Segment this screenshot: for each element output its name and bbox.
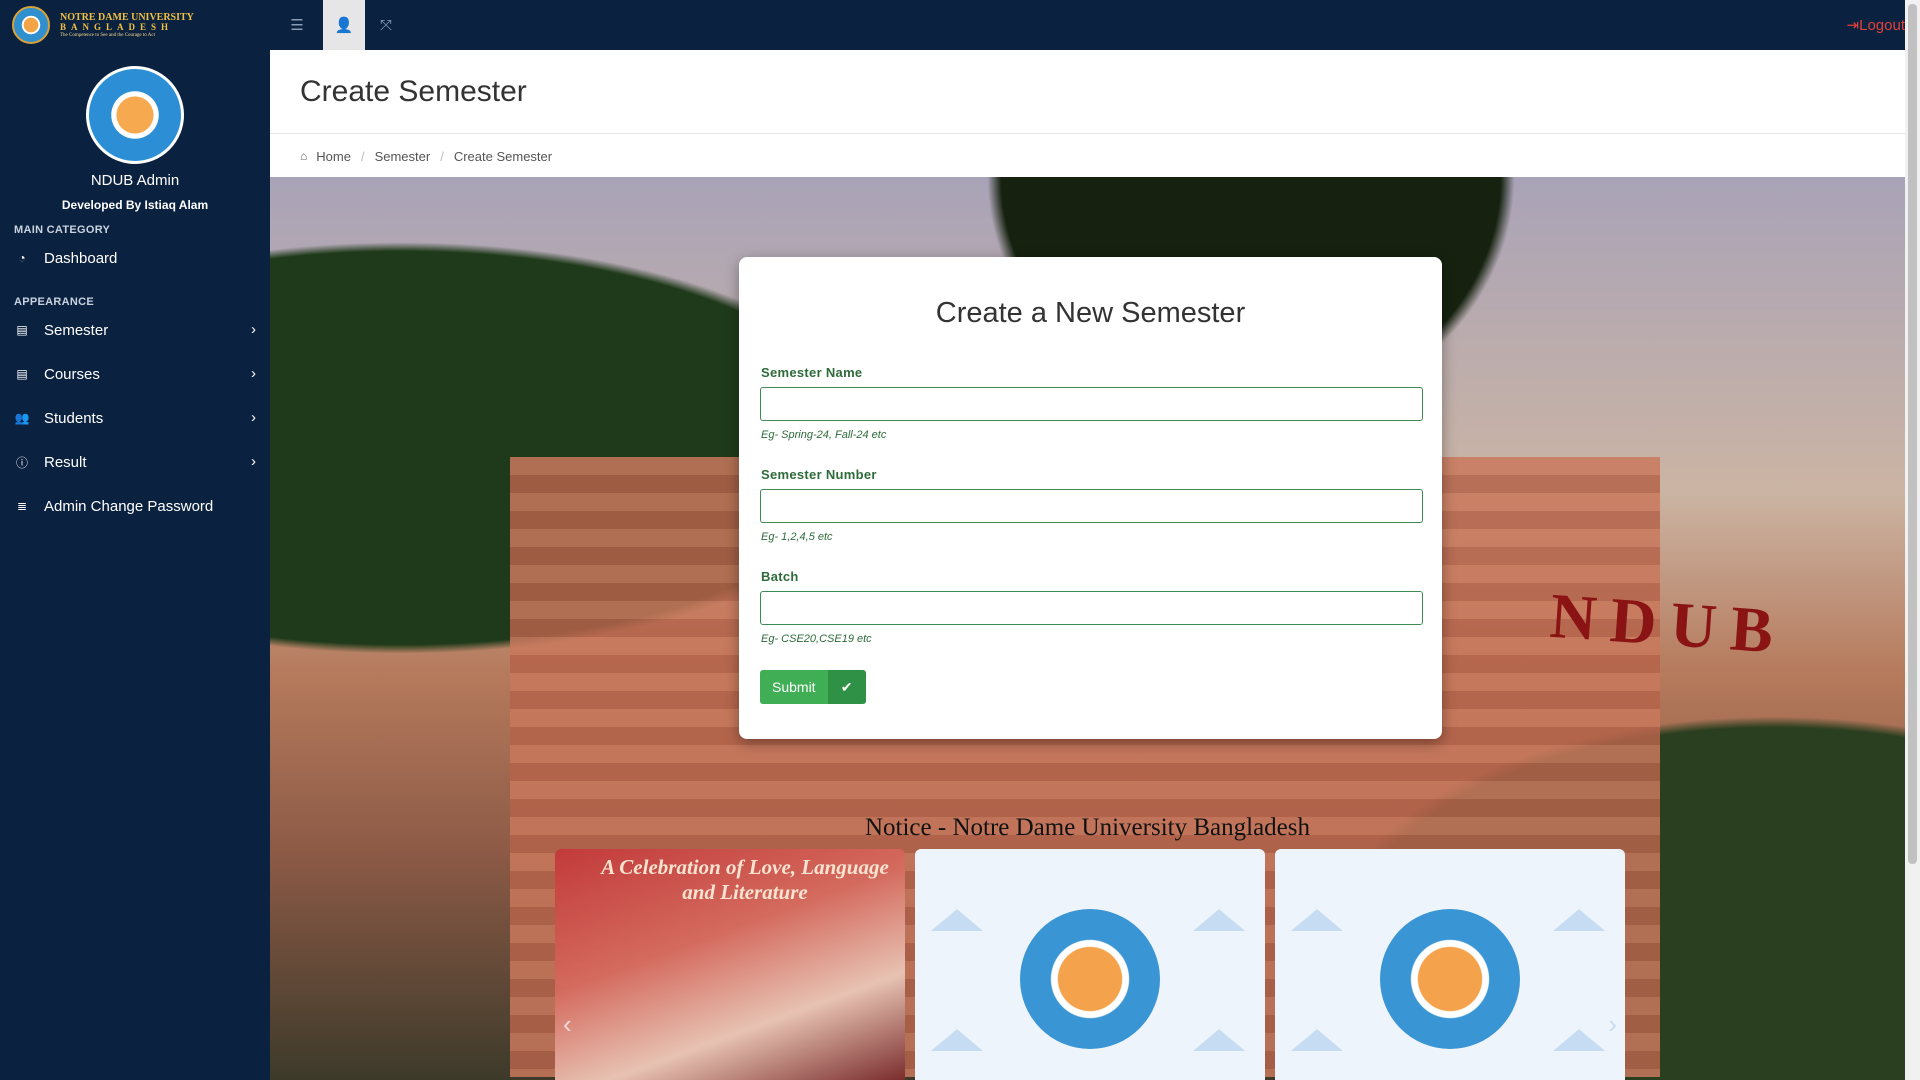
user-icon: 👤 <box>334 17 354 34</box>
breadcrumb-semester[interactable]: Semester <box>375 149 431 164</box>
brand-logo[interactable]: NOTRE DAME UNIVERSITY BANGLADESH The Com… <box>0 0 270 50</box>
notice-card-logo[interactable]: › <box>1275 849 1625 1080</box>
logout-link[interactable]: ⇥Logout <box>1847 16 1905 34</box>
sidebar-item-label: Result <box>44 453 87 471</box>
admin-name: NDUB Admin <box>90 172 180 189</box>
sidebar-item-label: Dashboard <box>44 249 118 267</box>
page-header: Create Semester <box>270 50 1905 134</box>
semester-name-input[interactable] <box>760 387 1423 421</box>
page-scrollbar[interactable] <box>1905 0 1920 1080</box>
semester-name-help: Eg- Spring-24, Fall-24 etc <box>761 429 887 441</box>
submit-label: Submit <box>760 670 828 704</box>
scrollbar-thumb[interactable] <box>1908 4 1917 864</box>
chevron-right-icon: › <box>251 453 256 470</box>
semester-number-input[interactable] <box>760 489 1423 523</box>
nav-heading-main: MAIN CATEGORY <box>14 224 111 236</box>
sidebar-item-label: Students <box>44 409 104 427</box>
users-icon: 👥 <box>14 411 30 425</box>
breadcrumb: ⌂ Home / Semester / Create Semester <box>270 135 1905 177</box>
expand-icon: ⤧ <box>379 16 392 34</box>
image-placeholder-icon <box>1553 1029 1605 1051</box>
university-seal-icon <box>12 6 50 44</box>
check-icon: ✔ <box>827 670 866 704</box>
create-semester-form: Create a New Semester Semester Name Eg- … <box>739 257 1442 739</box>
breadcrumb-separator: / <box>440 148 444 164</box>
sidebar: NDUB Admin Developed By Istiaq Alam MAIN… <box>0 50 270 1080</box>
sidebar-item-courses[interactable]: ▤ Courses › <box>0 352 270 396</box>
notice-card-photo[interactable]: A Celebration of Love, Language and Lite… <box>555 849 905 1080</box>
list-icon: ≣ <box>16 499 28 513</box>
submit-button[interactable]: Submit ✔ <box>760 670 866 704</box>
avatar <box>86 66 184 164</box>
batch-help: Eg- CSE20,CSE19 etc <box>761 633 872 645</box>
file-icon: ▤ <box>16 367 28 381</box>
breadcrumb-home[interactable]: Home <box>316 149 351 164</box>
batch-input[interactable] <box>760 591 1423 625</box>
page-title: Create Semester <box>300 75 527 108</box>
brand-motto: The Competence to See and the Courage to… <box>60 32 155 38</box>
university-seal-icon <box>1020 909 1160 1049</box>
sidebar-item-label: Semester <box>44 321 109 339</box>
carousel-prev-icon[interactable]: ‹ <box>563 1009 572 1040</box>
developer-credit: Developed By Istiaq Alam <box>61 198 209 212</box>
info-icon: ⓘ <box>15 455 28 470</box>
chevron-right-icon: › <box>251 365 256 382</box>
semester-name-label: Semester Name <box>761 365 863 380</box>
sidebar-item-dashboard[interactable]: ◔ Dashboard <box>0 236 270 280</box>
semester-number-label: Semester Number <box>761 467 877 482</box>
image-placeholder-icon <box>1553 909 1605 931</box>
logout-label: Logout <box>1859 17 1905 34</box>
top-navbar: NOTRE DAME UNIVERSITY BANGLADESH The Com… <box>0 0 1905 50</box>
image-placeholder-icon <box>931 1029 983 1051</box>
file-icon: ▤ <box>16 323 28 337</box>
image-placeholder-icon <box>1291 909 1343 931</box>
admin-profile: NDUB Admin Developed By Istiaq Alam <box>0 50 270 212</box>
menu-toggle-button[interactable]: ☰ <box>276 0 318 50</box>
chevron-right-icon: › <box>251 321 256 338</box>
notice-title: Notice - Notre Dame University Banglades… <box>864 814 1310 841</box>
nav-heading-appearance: APPEARANCE <box>14 296 95 308</box>
sign-out-icon: ⇥ <box>1846 17 1860 34</box>
carousel-next-icon[interactable]: › <box>1608 1009 1617 1040</box>
brand-country: BANGLADESH <box>60 21 174 32</box>
fullscreen-button[interactable]: ⤧ <box>365 0 407 50</box>
sidebar-item-label: Admin Change Password <box>44 497 214 515</box>
sidebar-item-label: Courses <box>44 365 100 383</box>
notice-card-logo[interactable] <box>915 849 1265 1080</box>
semester-number-help: Eg- 1,2,4,5 etc <box>761 531 833 543</box>
home-icon: ⌂ <box>300 149 308 163</box>
menu-list-icon: ☰ <box>290 17 304 34</box>
notice-photo-caption: A Celebration of Love, Language and Lite… <box>601 855 889 905</box>
sidebar-item-admin-change-password[interactable]: ≣ Admin Change Password <box>0 484 270 528</box>
image-placeholder-icon <box>1193 909 1245 931</box>
form-title: Create a New Semester <box>935 297 1246 329</box>
image-placeholder-icon <box>931 909 983 931</box>
chevron-right-icon: › <box>251 409 256 426</box>
sidebar-item-result[interactable]: ⓘ Result › <box>0 440 270 484</box>
dashboard-icon: ◔ <box>18 251 26 265</box>
sidebar-item-semester[interactable]: ▤ Semester › <box>0 308 270 352</box>
sidebar-item-students[interactable]: 👥 Students › <box>0 396 270 440</box>
breadcrumb-current: Create Semester <box>453 148 553 164</box>
image-placeholder-icon <box>1193 1029 1245 1051</box>
university-seal-icon <box>1380 909 1520 1049</box>
batch-label: Batch <box>761 569 799 584</box>
image-placeholder-icon <box>1291 1029 1343 1051</box>
profile-button[interactable]: 👤 <box>323 0 365 50</box>
breadcrumb-separator: / <box>360 148 365 164</box>
